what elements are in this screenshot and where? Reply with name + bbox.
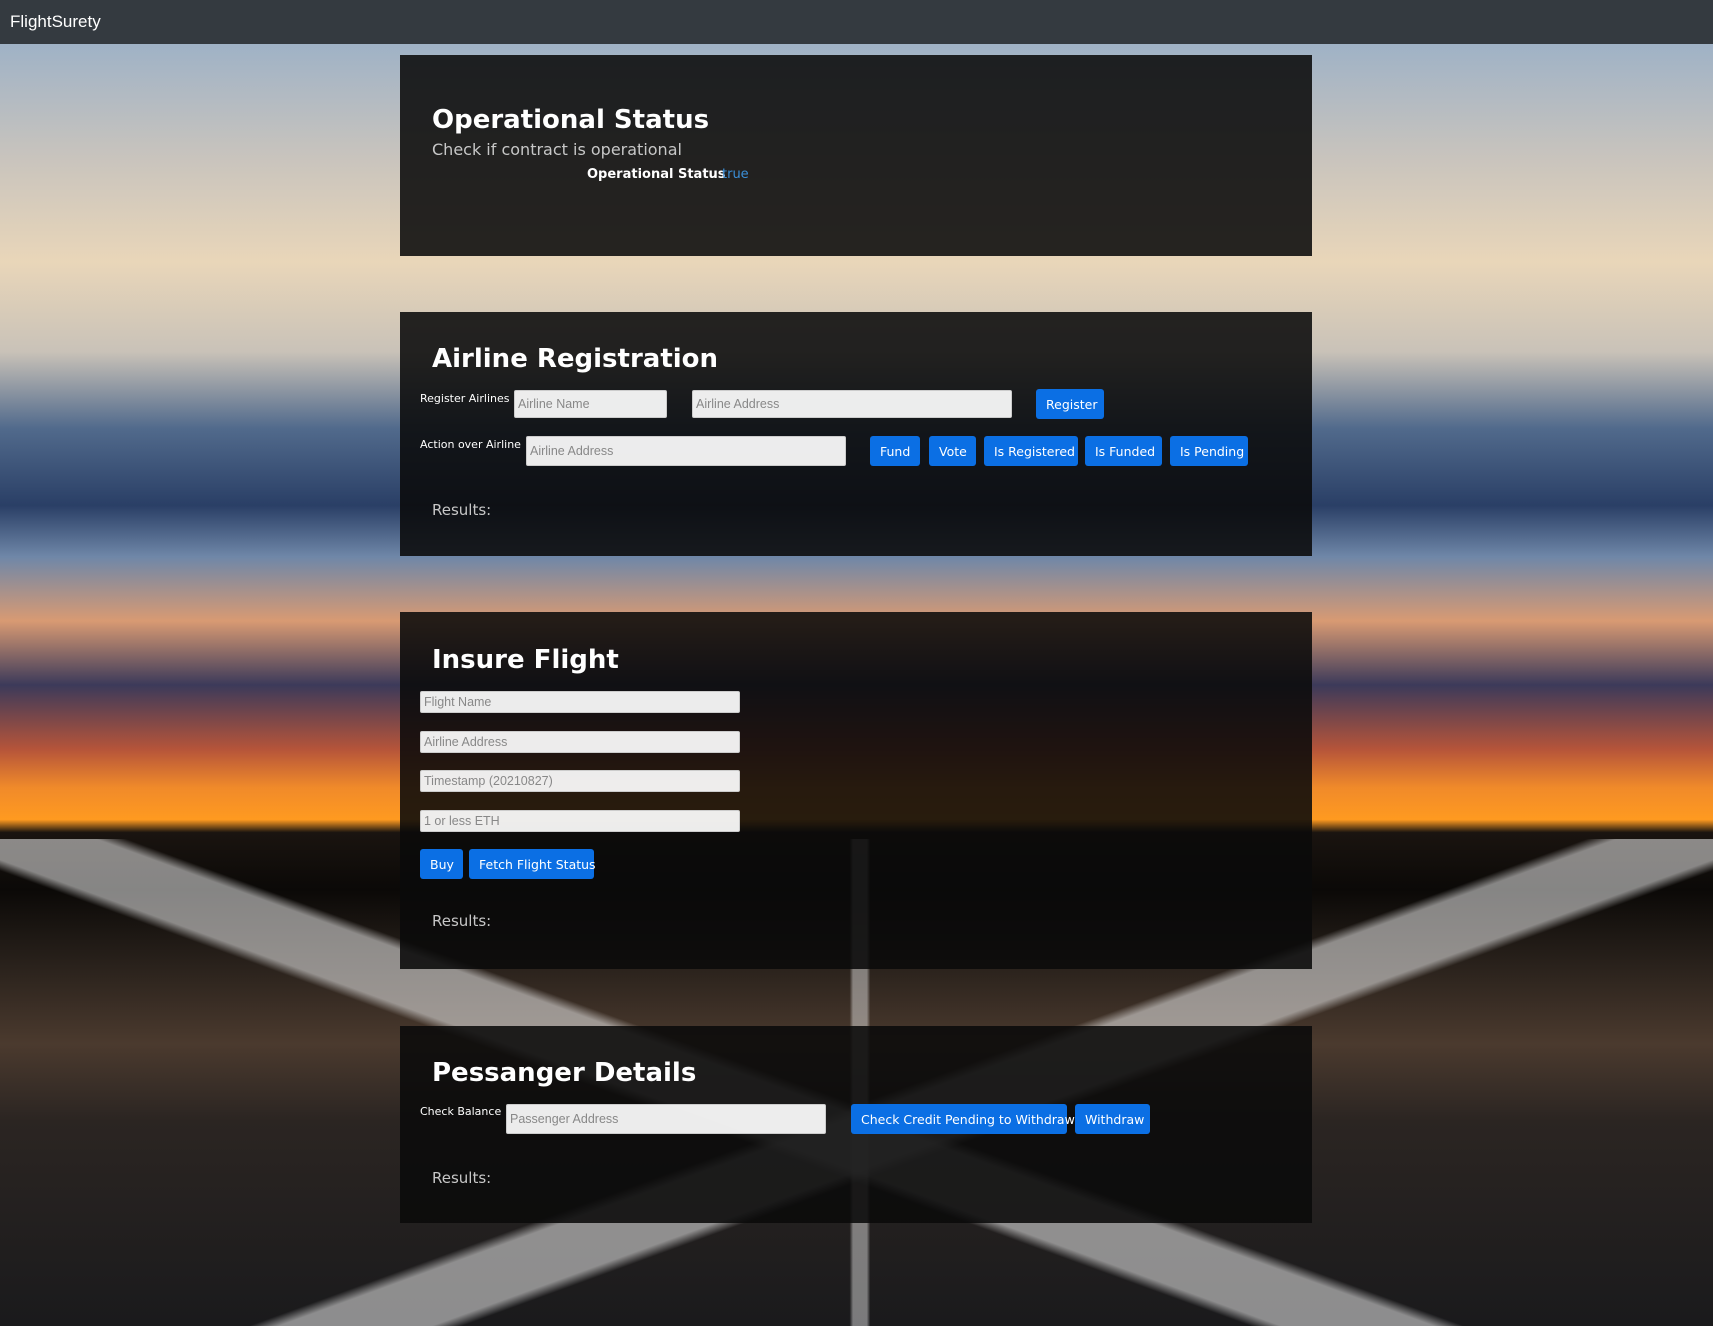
passenger-details-panel: Pessanger Details Check Balance Check Cr…: [400, 1026, 1312, 1223]
action-airline-address-input[interactable]: [526, 436, 846, 466]
register-button[interactable]: Register: [1036, 389, 1104, 419]
check-balance-label: Check Balance: [420, 1105, 502, 1118]
vote-button[interactable]: Vote: [929, 436, 976, 466]
operational-status-subtitle: Check if contract is operational: [432, 140, 682, 159]
flight-airline-address-input[interactable]: [420, 731, 740, 753]
flight-name-input[interactable]: [420, 691, 740, 713]
operational-status-value: true: [722, 167, 749, 182]
withdraw-button[interactable]: Withdraw: [1075, 1104, 1150, 1134]
insure-flight-title: Insure Flight: [432, 645, 619, 675]
operational-status-title: Operational Status: [432, 105, 710, 135]
passenger-address-input[interactable]: [506, 1104, 826, 1134]
timestamp-input[interactable]: [420, 770, 740, 792]
airline-address-input[interactable]: [692, 390, 1012, 418]
register-airlines-label: Register Airlines: [420, 392, 510, 405]
insure-flight-panel: Insure Flight Buy Fetch Flight Status Re…: [400, 612, 1312, 969]
airline-registration-panel: Airline Registration Register Airlines R…: [400, 312, 1312, 556]
operational-status-panel: Operational Status Check if contract is …: [400, 55, 1312, 256]
insure-results-label: Results:: [432, 912, 492, 930]
is-funded-button[interactable]: Is Funded: [1085, 436, 1162, 466]
eth-amount-input[interactable]: [420, 810, 740, 832]
check-credit-button[interactable]: Check Credit Pending to Withdraw: [851, 1104, 1075, 1134]
is-pending-button[interactable]: Is Pending: [1170, 436, 1248, 466]
navbar: FlightSurety: [0, 0, 1713, 44]
passenger-details-title: Pessanger Details: [432, 1058, 697, 1088]
fetch-flight-status-button[interactable]: Fetch Flight Status: [469, 849, 596, 879]
brand-link[interactable]: FlightSurety: [10, 12, 101, 32]
buy-button[interactable]: Buy: [420, 849, 463, 879]
airline-registration-title: Airline Registration: [432, 344, 719, 374]
operational-status-label: Operational Status: [587, 167, 726, 182]
passenger-results-label: Results:: [432, 1169, 492, 1187]
is-registered-button[interactable]: Is Registered: [984, 436, 1078, 466]
action-over-airline-label: Action over Airline: [420, 438, 521, 451]
airline-name-input[interactable]: [514, 390, 667, 418]
airline-results-label: Results:: [432, 501, 492, 519]
fund-button[interactable]: Fund: [870, 436, 920, 466]
